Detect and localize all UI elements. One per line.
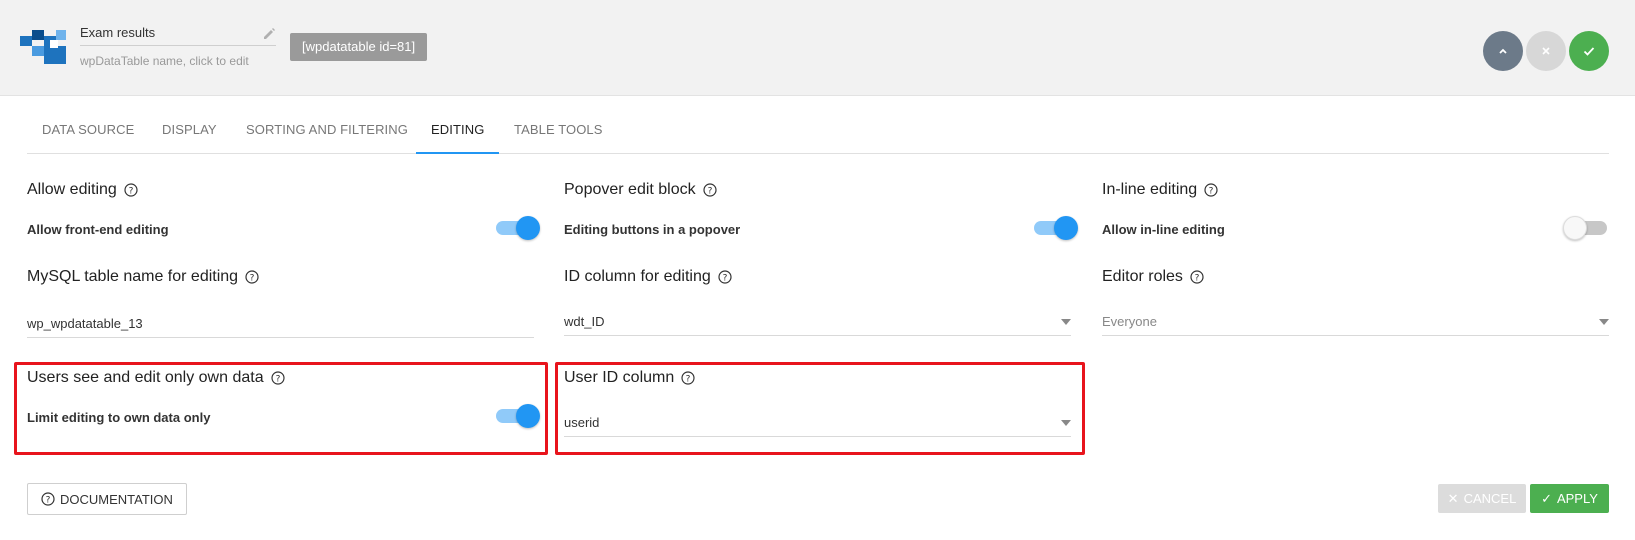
help-icon[interactable]: ?	[124, 183, 138, 197]
apply-label: APPLY	[1556, 491, 1598, 506]
own-data-toggle[interactable]	[494, 404, 540, 428]
collapse-button[interactable]	[1483, 31, 1523, 71]
id-column-value: wdt_ID	[564, 314, 605, 329]
table-name-hint: wpDataTable name, click to edit	[80, 54, 249, 68]
toggle-knob	[1563, 216, 1587, 240]
help-icon[interactable]: ?	[1190, 270, 1204, 284]
own-data-label: Users see and edit only own data ?	[27, 369, 285, 387]
chevron-up-icon	[1499, 48, 1507, 54]
user-id-column-select[interactable]: userid	[564, 409, 1071, 437]
popover-edit-label: Popover edit block ?	[564, 181, 717, 199]
popover-edit-option: Editing buttons in a popover	[564, 222, 741, 237]
help-icon[interactable]: ?	[703, 183, 717, 197]
apply-button[interactable]: ✓ APPLY	[1530, 484, 1609, 513]
cancel-button[interactable]: ✕ CANCEL	[1438, 484, 1526, 513]
id-column-label: ID column for editing ?	[564, 268, 732, 286]
allow-editing-title: Allow editing	[27, 181, 117, 198]
allow-editing-option: Allow front-end editing	[27, 222, 169, 237]
check-icon: ✓	[1541, 490, 1552, 506]
check-icon	[1583, 47, 1595, 56]
id-column-select[interactable]: wdt_ID	[564, 308, 1071, 336]
wpdatatables-logo	[20, 30, 66, 64]
svg-text:?: ?	[275, 375, 280, 385]
svg-text:?: ?	[250, 274, 255, 284]
svg-text:?: ?	[128, 187, 133, 197]
close-button[interactable]	[1526, 31, 1566, 71]
inline-editing-title: In-line editing	[1102, 181, 1198, 198]
save-button[interactable]	[1569, 31, 1609, 71]
help-icon[interactable]: ?	[270, 371, 285, 385]
editor-roles-select[interactable]: Everyone	[1102, 308, 1609, 336]
shortcode-badge[interactable]: [wpdatatable id=81]	[290, 33, 428, 61]
documentation-label: DOCUMENTATION	[60, 491, 173, 507]
allow-editing-toggle[interactable]	[494, 216, 540, 240]
settings-tabs: Data source Display Sorting and filterin…	[27, 104, 1609, 154]
close-icon	[1542, 47, 1550, 55]
tab-data-source[interactable]: Data source	[42, 104, 134, 154]
inline-editing-toggle[interactable]	[1563, 216, 1609, 240]
user-id-column-value: userid	[564, 415, 600, 430]
toggle-knob	[516, 216, 540, 240]
mysql-table-title: MySQL table name for editing	[27, 268, 239, 285]
popover-edit-toggle[interactable]	[1032, 216, 1078, 240]
svg-text:?: ?	[707, 187, 712, 197]
pencil-icon[interactable]	[262, 27, 276, 41]
chevron-down-icon	[1599, 319, 1609, 325]
user-id-column-label: User ID column ?	[564, 369, 695, 387]
chevron-down-icon	[1061, 420, 1071, 426]
toggle-knob	[516, 404, 540, 428]
toggle-knob	[1054, 216, 1078, 240]
svg-text:?: ?	[46, 496, 51, 506]
inline-editing-label: In-line editing ?	[1102, 181, 1218, 199]
user-id-column-title: User ID column	[564, 369, 675, 386]
help-icon: ?	[41, 492, 55, 506]
tab-sorting-filtering[interactable]: Sorting and filtering	[246, 104, 408, 154]
table-name-input[interactable]: Exam results	[80, 24, 276, 46]
editor-roles-label: Editor roles ?	[1102, 268, 1204, 286]
mysql-table-label: MySQL table name for editing ?	[27, 268, 259, 286]
allow-editing-label: Allow editing ?	[27, 181, 138, 199]
tab-display[interactable]: Display	[162, 104, 217, 154]
svg-text:?: ?	[1209, 187, 1214, 197]
popover-edit-title: Popover edit block	[564, 181, 696, 198]
help-icon[interactable]: ?	[681, 371, 695, 385]
table-name-editor[interactable]: Exam results wpDataTable name, click to …	[80, 24, 276, 68]
cancel-label: CANCEL	[1463, 491, 1517, 506]
help-icon[interactable]: ?	[245, 270, 259, 284]
table-header: Exam results wpDataTable name, click to …	[0, 0, 1635, 96]
help-icon[interactable]: ?	[718, 270, 732, 284]
help-icon[interactable]: ?	[1204, 183, 1218, 197]
svg-text:?: ?	[722, 274, 727, 284]
close-icon: ✕	[1447, 490, 1459, 506]
tab-table-tools[interactable]: Table tools	[514, 104, 603, 154]
svg-text:?: ?	[1195, 274, 1200, 284]
own-data-title: Users see and edit only own data	[27, 369, 264, 386]
editor-roles-title: Editor roles	[1102, 268, 1183, 285]
mysql-table-input[interactable]: wp_wpdatatable_13	[27, 310, 534, 338]
tab-editing[interactable]: Editing	[416, 104, 500, 154]
id-column-title: ID column for editing	[564, 268, 711, 285]
svg-text:?: ?	[686, 375, 691, 385]
editor-roles-value: Everyone	[1102, 314, 1157, 329]
documentation-button[interactable]: ? DOCUMENTATION	[27, 483, 187, 515]
own-data-option: Limit editing to own data only	[27, 410, 211, 425]
inline-editing-option: Allow in-line editing	[1102, 222, 1225, 237]
chevron-down-icon	[1061, 319, 1071, 325]
